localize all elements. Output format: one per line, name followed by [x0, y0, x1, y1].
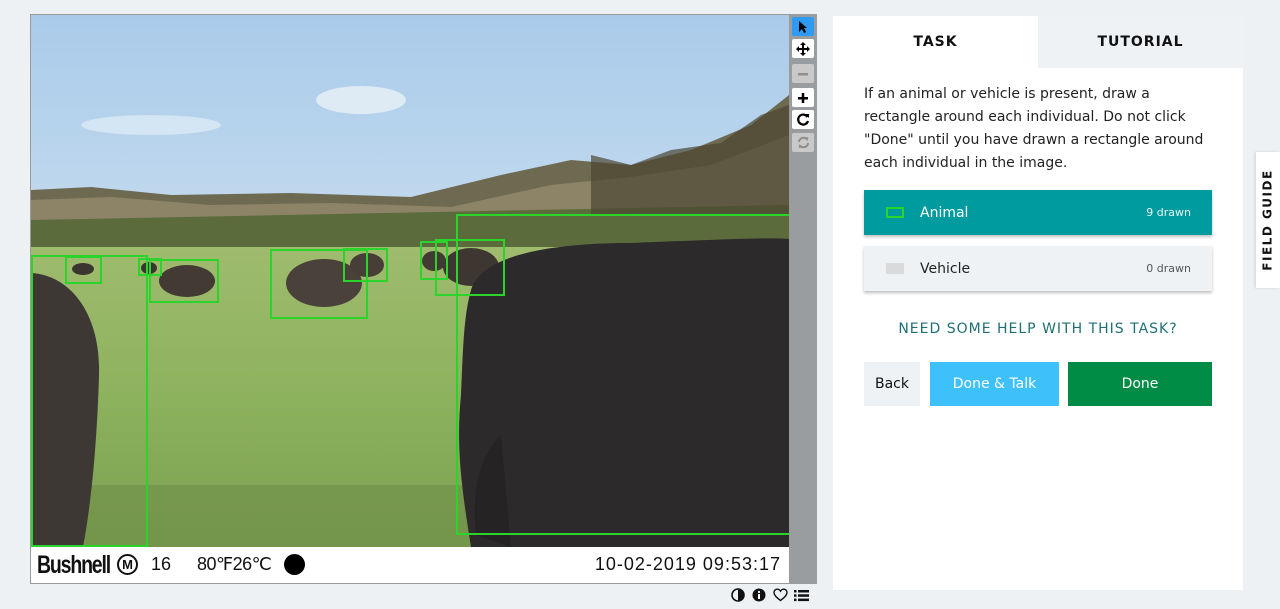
tool-label: Animal: [920, 204, 969, 221]
back-button[interactable]: Back: [864, 362, 920, 406]
task-panel: TASK TUTORIAL If an animal or vehicle is…: [833, 16, 1243, 590]
animal-bounding-box[interactable]: [149, 259, 219, 303]
camera-mode: M: [117, 554, 138, 575]
viewer-toolbar: [790, 14, 817, 584]
animal-bounding-box[interactable]: [343, 248, 388, 282]
subject-meta-toolbar: [730, 586, 809, 604]
rotate-icon[interactable]: [792, 110, 814, 129]
rectangle-swatch-icon: [886, 207, 904, 218]
heart-icon[interactable]: [772, 587, 788, 603]
field-guide-label: FIELD GUIDE: [1261, 169, 1275, 271]
animal-bounding-box[interactable]: [31, 255, 148, 547]
camera-brand: Bushnell: [37, 551, 111, 579]
animal-bounding-box[interactable]: [456, 214, 789, 535]
task-tabs: TASK TUTORIAL: [833, 16, 1243, 68]
tool-label: Vehicle: [920, 260, 971, 277]
rectangle-swatch-icon: [886, 263, 904, 274]
reset-icon[interactable]: [792, 133, 814, 152]
pointer-icon[interactable]: [792, 17, 814, 36]
task-help-link[interactable]: NEED SOME HELP WITH THIS TASK?: [833, 321, 1243, 337]
zoom-out-icon[interactable]: [792, 64, 814, 83]
done-button[interactable]: Done: [1068, 362, 1212, 406]
camera-info-strip: Bushnell M 16 80℉26℃ 10-02-2019 09:53:17: [31, 547, 789, 583]
zoom-in-icon[interactable]: [792, 88, 814, 107]
drawing-tool-vehicle[interactable]: Vehicle 0 drawn: [864, 246, 1212, 291]
tab-task[interactable]: TASK: [833, 16, 1038, 68]
collections-icon[interactable]: [793, 587, 809, 603]
drawing-tool-animal[interactable]: Animal 9 drawn: [864, 190, 1212, 235]
move-icon[interactable]: [792, 39, 814, 58]
subject-viewer[interactable]: Bushnell M 16 80℉26℃ 10-02-2019 09:53:17: [30, 14, 790, 584]
info-icon[interactable]: [751, 587, 767, 603]
camera-datetime: 10-02-2019 09:53:17: [594, 554, 781, 574]
tool-count: 9 drawn: [1146, 206, 1191, 219]
contrast-icon[interactable]: [730, 587, 746, 603]
tab-tutorial[interactable]: TUTORIAL: [1038, 16, 1243, 68]
moon-phase-icon: [284, 554, 305, 575]
task-instructions: If an animal or vehicle is present, draw…: [864, 86, 1204, 171]
done-and-talk-button[interactable]: Done & Talk: [930, 362, 1059, 406]
animal-bounding-box[interactable]: [65, 256, 102, 284]
field-guide-tab[interactable]: FIELD GUIDE: [1256, 152, 1280, 288]
camera-temperature: 80℉26℃: [197, 554, 272, 574]
tool-count: 0 drawn: [1146, 262, 1191, 275]
camera-number: 16: [151, 554, 172, 574]
